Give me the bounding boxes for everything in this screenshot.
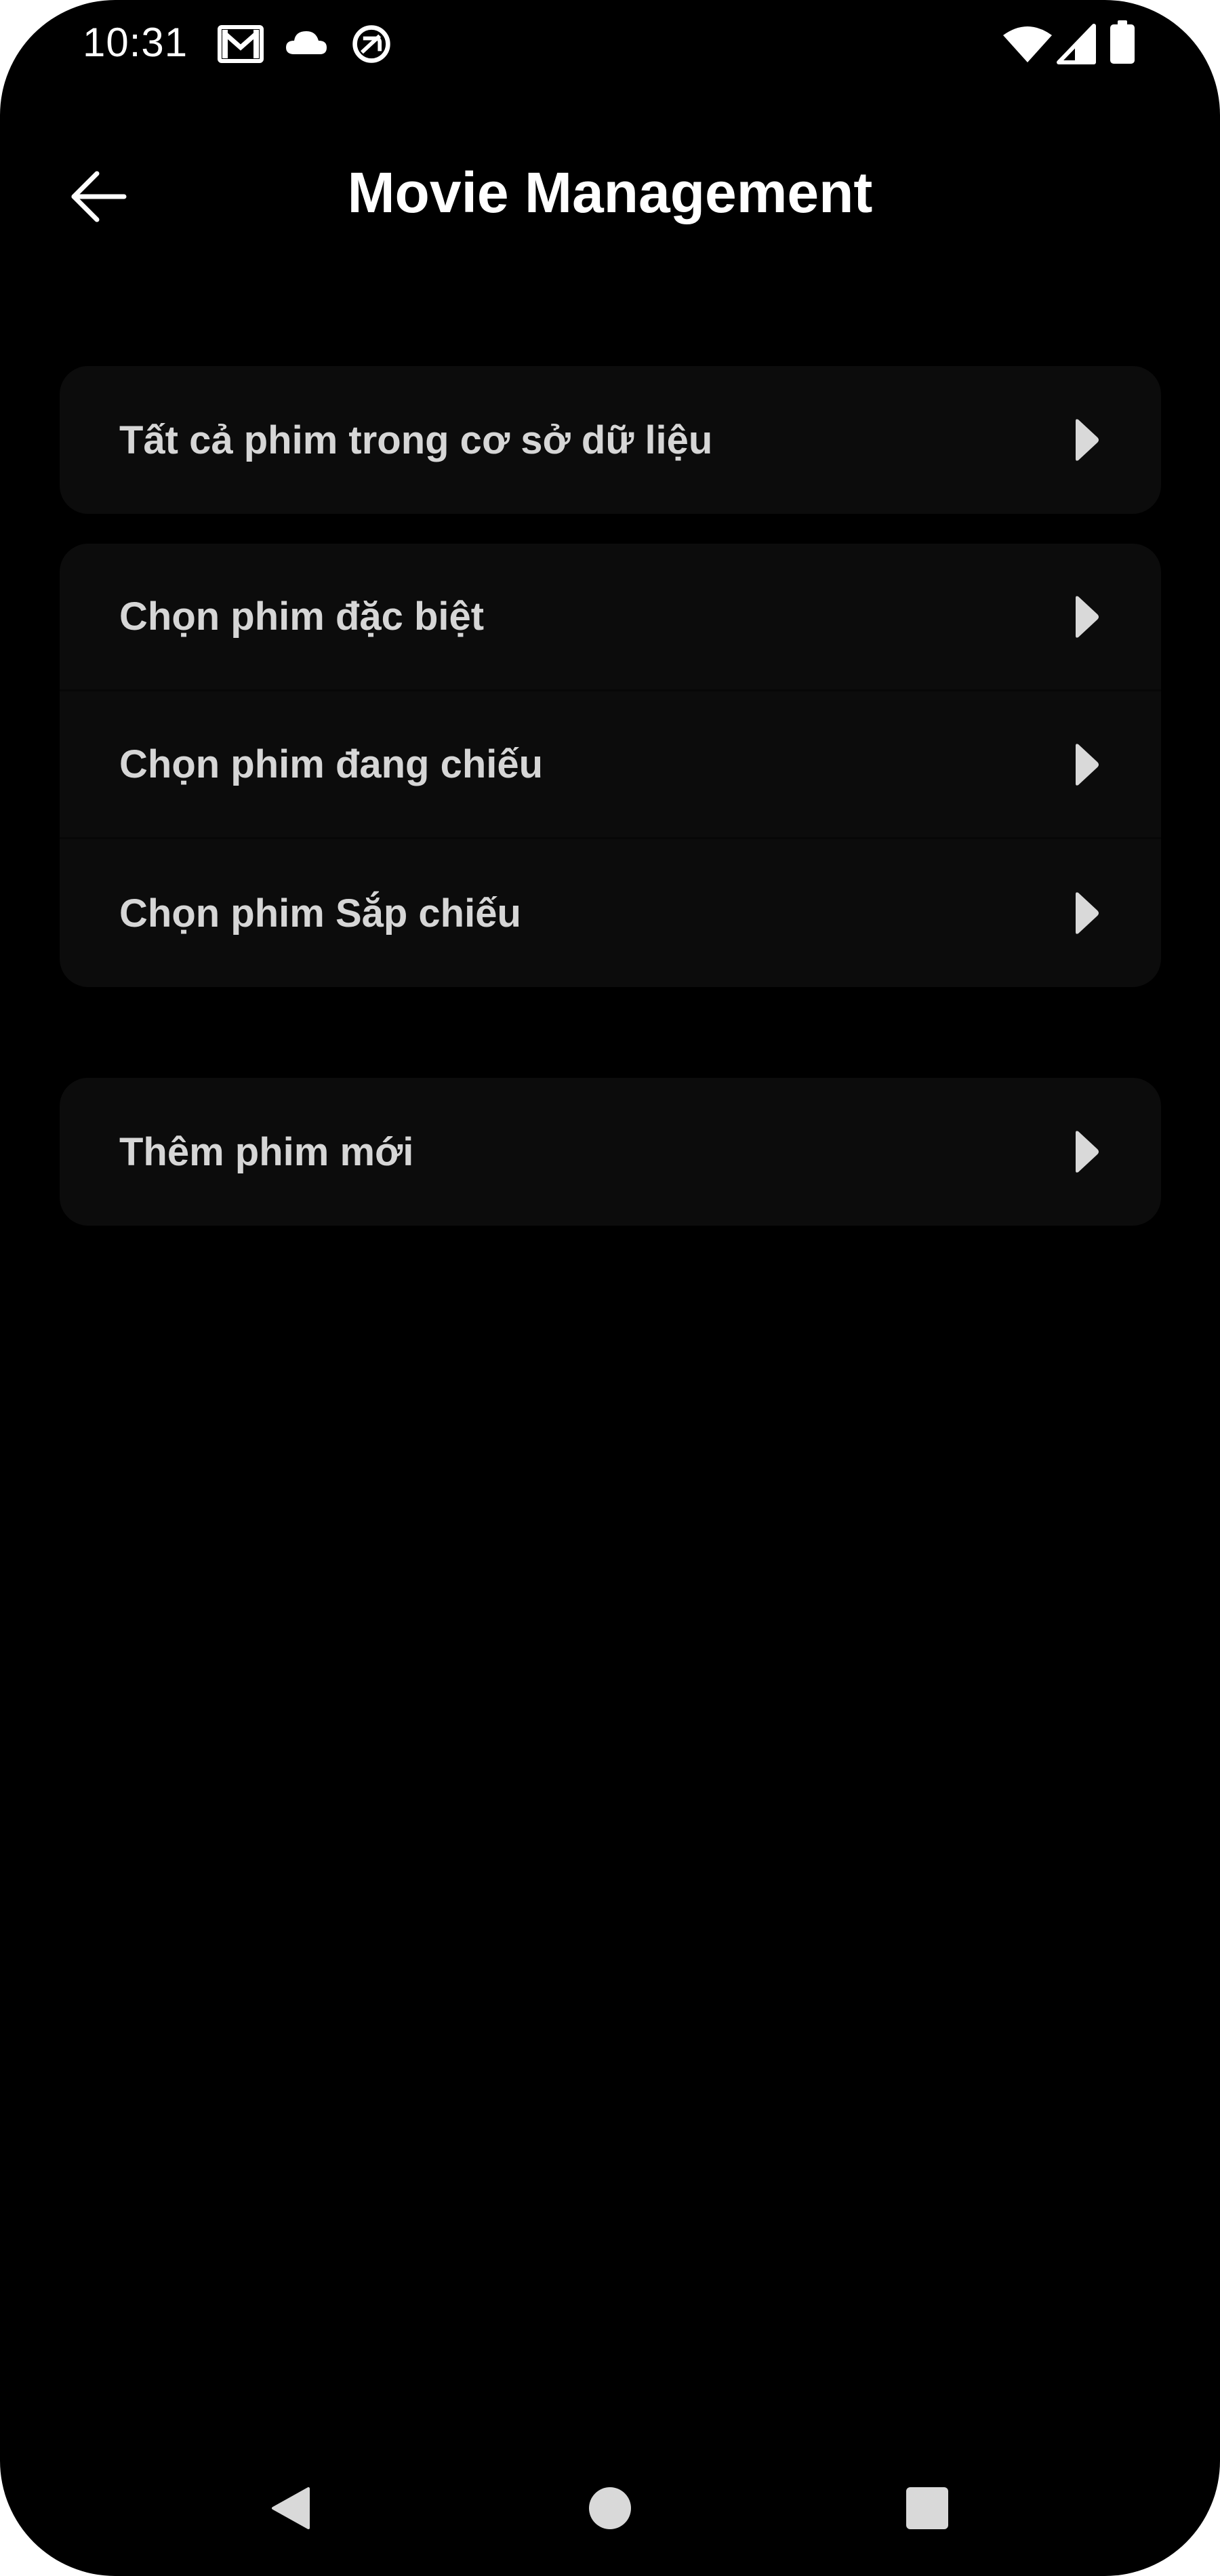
vpn-icon <box>349 23 394 65</box>
nav-recents-button[interactable] <box>893 2474 961 2542</box>
menu-item-label: Chọn phim đặc biệt <box>119 595 485 639</box>
app-bar: Movie Management <box>0 136 1220 258</box>
nav-home-button[interactable] <box>576 2474 644 2542</box>
menu-group-add: Thêm phim mới <box>60 1078 1161 1226</box>
home-circle-icon <box>589 2487 631 2529</box>
navigation-bar <box>0 2454 1220 2556</box>
page-title: Movie Management <box>347 161 873 224</box>
cloud-icon <box>285 23 328 65</box>
play-arrow-icon <box>1066 590 1107 644</box>
status-time: 10:31 <box>83 20 188 65</box>
menu-item-all-movies[interactable]: Tất cả phim trong cơ sở dữ liệu <box>60 366 1161 514</box>
phone-screen: 10:31 Movie Management Tất cả phim trong… <box>0 0 1220 2576</box>
play-arrow-icon <box>1066 413 1107 467</box>
signal-icon <box>1056 23 1097 65</box>
menu-item-add-movie[interactable]: Thêm phim mới <box>60 1078 1161 1226</box>
menu-group-select: Chọn phim đặc biệt Chọn phim đang chiếu … <box>60 544 1161 987</box>
menu-item-label: Chọn phim Sắp chiếu <box>119 891 521 935</box>
arrow-left-icon <box>71 171 127 222</box>
status-bar: 10:31 <box>0 0 1220 88</box>
menu-item-special-movies[interactable]: Chọn phim đặc biệt <box>60 544 1161 691</box>
battery-icon <box>1109 20 1136 65</box>
play-arrow-icon <box>1066 886 1107 940</box>
menu-item-label: Thêm phim mới <box>119 1129 414 1174</box>
play-arrow-icon <box>1066 738 1107 792</box>
play-arrow-icon <box>1066 1125 1107 1179</box>
nav-back-button[interactable] <box>258 2474 325 2542</box>
back-button[interactable] <box>54 156 142 237</box>
back-triangle-icon <box>272 2487 310 2529</box>
menu-item-label: Chọn phim đang chiếu <box>119 742 544 786</box>
wifi-icon <box>1002 23 1053 65</box>
recents-square-icon <box>906 2487 948 2529</box>
menu-item-now-showing[interactable]: Chọn phim đang chiếu <box>60 691 1161 839</box>
gmail-icon <box>217 23 264 65</box>
menu-item-label: Tất cả phim trong cơ sở dữ liệu <box>119 418 713 462</box>
menu-item-coming-soon[interactable]: Chọn phim Sắp chiếu <box>60 839 1161 987</box>
menu-group-database: Tất cả phim trong cơ sở dữ liệu <box>60 366 1161 514</box>
